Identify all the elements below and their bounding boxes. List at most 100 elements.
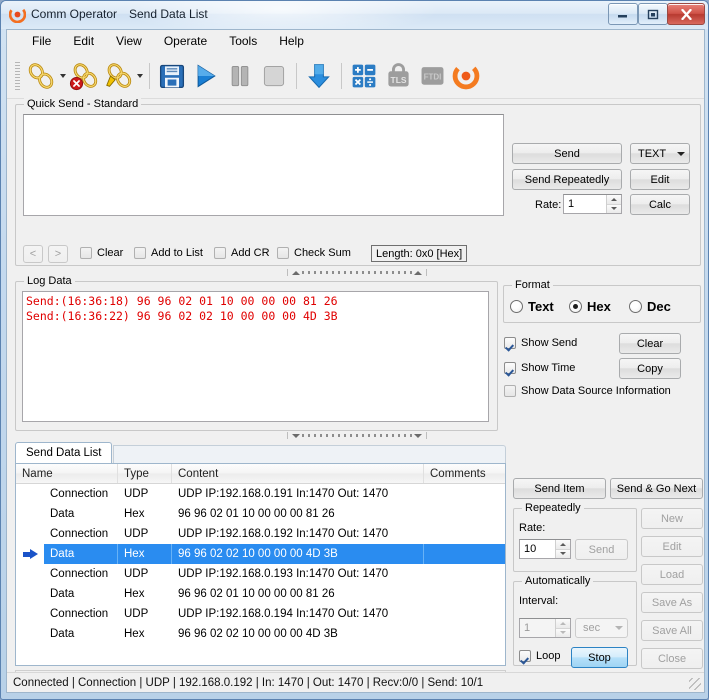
tls-icon[interactable]: TLS xyxy=(381,59,415,93)
ftdi-icon[interactable]: FTDI xyxy=(415,59,449,93)
minimize-button[interactable] xyxy=(608,3,638,25)
quick-send-calc-button[interactable]: Calc xyxy=(630,194,690,215)
table-row[interactable]: Data Hex 96 96 02 01 10 00 00 00 81 26 xyxy=(16,584,505,604)
quick-send-addcr-checkbox[interactable]: Add CR xyxy=(214,247,270,259)
toolbar-grip[interactable] xyxy=(15,61,20,90)
resize-grip-icon[interactable] xyxy=(689,678,701,690)
table-row[interactable]: Connection UDP UDP IP:192.168.0.192 In:147… xyxy=(16,524,505,544)
table-row[interactable]: Connection UDP UDP IP:192.168.0.194 In:147… xyxy=(16,604,505,624)
automatically-interval-field[interactable]: 1 xyxy=(519,618,571,638)
chevron-down-icon xyxy=(673,151,689,156)
repeat-spin-up[interactable] xyxy=(556,540,570,550)
quick-send-addtolist-checkbox[interactable]: Add to List xyxy=(134,247,203,259)
column-header-name[interactable]: Name xyxy=(16,464,118,483)
calculator-icon[interactable] xyxy=(347,59,381,93)
stop-icon[interactable] xyxy=(257,59,291,93)
table-row[interactable]: Data Hex 96 96 02 02 10 00 00 00 4D 3B xyxy=(16,544,505,564)
quick-send-clear-checkbox[interactable]: Clear xyxy=(80,247,123,259)
splitter-quick-send-log[interactable] xyxy=(15,269,699,276)
format-radio-text[interactable]: Text xyxy=(510,299,554,314)
splitter-grip-2[interactable] xyxy=(287,432,427,439)
quick-send-checksum-checkbox[interactable]: Check Sum xyxy=(277,247,351,259)
save-icon[interactable] xyxy=(155,59,189,93)
automatically-interval-spinner[interactable] xyxy=(555,619,570,637)
format-radio-dec[interactable]: Dec xyxy=(629,299,671,314)
close-button-panel[interactable]: Close xyxy=(641,648,703,669)
menu-operate[interactable]: Operate xyxy=(153,31,218,51)
close-button[interactable] xyxy=(667,3,705,25)
connect-icon[interactable] xyxy=(24,59,58,93)
column-header-content[interactable]: Content xyxy=(172,464,424,483)
checkbox-box xyxy=(504,362,516,374)
menu-edit[interactable]: Edit xyxy=(62,31,105,51)
log-clear-button[interactable]: Clear xyxy=(619,333,681,354)
show-time-checkbox[interactable]: Show Time xyxy=(504,362,575,374)
splitter-dots-2 xyxy=(302,434,412,437)
quick-send-button[interactable]: Send xyxy=(512,143,622,164)
repeatedly-send-button[interactable]: Send xyxy=(575,539,628,560)
rate-spin-down[interactable] xyxy=(607,204,621,213)
splitter-log-list[interactable] xyxy=(15,432,699,439)
menu-file[interactable]: File xyxy=(21,31,62,51)
tab-send-data-list-label: Send Data List xyxy=(26,447,102,459)
send-data-list-table[interactable]: Name Type Content Comments Connection UDP… xyxy=(15,463,506,666)
repeatedly-rate-field[interactable]: 10 xyxy=(519,539,571,559)
menu-help[interactable]: Help xyxy=(268,31,315,51)
splitter-grip[interactable] xyxy=(287,269,427,276)
download-arrow-icon[interactable] xyxy=(302,59,336,93)
log-data-output[interactable]: Send:(16:36:18) 96 96 02 01 10 00 00 00 … xyxy=(22,291,489,422)
application-window: Comm Operator Send Data List File Edit V… xyxy=(0,0,709,700)
connect-dropdown-arrow[interactable] xyxy=(58,59,67,93)
edit-button[interactable]: Edit xyxy=(641,536,703,557)
edit-connection-icon[interactable] xyxy=(101,59,135,93)
save-all-button[interactable]: Save All xyxy=(641,620,703,641)
maximize-button[interactable] xyxy=(638,3,668,25)
send-item-button[interactable]: Send Item xyxy=(513,478,606,499)
edit-connection-dropdown-arrow[interactable] xyxy=(135,59,144,93)
cell-type: UDP xyxy=(124,528,149,540)
rate-spin-up[interactable] xyxy=(607,195,621,205)
column-header-type[interactable]: Type xyxy=(118,464,172,483)
quick-send-prev-button[interactable]: < xyxy=(23,245,43,263)
table-row[interactable]: Connection UDP UDP IP:192.168.0.193 In:147… xyxy=(16,564,505,584)
interval-spin-up[interactable] xyxy=(556,619,570,629)
quick-send-next-button[interactable]: > xyxy=(48,245,68,263)
log-data-title: Log Data xyxy=(24,275,75,287)
log-copy-button[interactable]: Copy xyxy=(619,358,681,379)
interval-spin-down[interactable] xyxy=(556,628,570,637)
menu-view[interactable]: View xyxy=(105,31,153,51)
show-data-source-checkbox[interactable]: Show Data Source Information xyxy=(504,385,671,397)
quick-send-format-combo[interactable]: TEXT xyxy=(630,143,690,164)
repeat-spin-down[interactable] xyxy=(556,549,570,558)
quick-send-clear-label: Clear xyxy=(97,247,124,259)
play-icon[interactable] xyxy=(189,59,223,93)
menu-tools[interactable]: Tools xyxy=(218,31,268,51)
format-radio-hex[interactable]: Hex xyxy=(569,299,611,314)
quick-send-input[interactable] xyxy=(23,114,504,216)
quick-send-edit-button[interactable]: Edit xyxy=(630,169,690,190)
quick-send-rate-value: 1 xyxy=(568,198,575,210)
quick-send-rate-spinner[interactable] xyxy=(606,195,621,213)
checkbox-box xyxy=(519,650,531,662)
repeatedly-rate-spinner[interactable] xyxy=(555,540,570,558)
loop-checkbox[interactable]: Loop xyxy=(519,650,560,662)
save-as-button[interactable]: Save As xyxy=(641,592,703,613)
send-and-go-next-button[interactable]: Send & Go Next xyxy=(610,478,703,499)
table-row[interactable]: Data Hex 96 96 02 01 10 00 00 00 81 26 xyxy=(16,504,505,524)
tab-send-data-list[interactable]: Send Data List xyxy=(15,442,113,463)
column-header-comments[interactable]: Comments xyxy=(424,464,505,483)
repeatedly-title: Repeatedly xyxy=(522,502,584,514)
table-row[interactable]: Data Hex 96 96 02 02 10 00 00 00 4D 3B xyxy=(16,624,505,644)
load-button[interactable]: Load xyxy=(641,564,703,585)
table-row[interactable]: Connection UDP UDP IP:192.168.0.191 In:147… xyxy=(16,484,505,504)
quick-send-rate-field[interactable]: 1 xyxy=(563,194,622,214)
about-target-icon[interactable] xyxy=(449,59,483,93)
stop-button[interactable]: Stop xyxy=(571,647,628,668)
show-send-checkbox[interactable]: Show Send xyxy=(504,337,577,349)
cell-comments xyxy=(424,584,505,604)
new-button[interactable]: New xyxy=(641,508,703,529)
disconnect-icon[interactable] xyxy=(67,59,101,93)
pause-icon[interactable] xyxy=(223,59,257,93)
automatically-unit-combo[interactable]: sec xyxy=(575,618,628,638)
quick-send-repeatedly-button[interactable]: Send Repeatedly xyxy=(512,169,622,190)
